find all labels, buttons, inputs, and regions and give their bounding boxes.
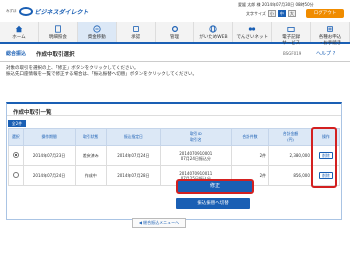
cell-date: 2014年07月24日 (22, 165, 76, 186)
nav-label: 電子記録 サービス (282, 35, 301, 46)
column-header: 選択 (8, 128, 24, 146)
column-header[interactable]: 合計金額 (円) (268, 128, 313, 146)
font-size-large-button[interactable]: 大 (287, 10, 296, 17)
section-title: 作成中取引一覧 (7, 104, 341, 116)
column-header[interactable]: 操作期間 (22, 128, 76, 146)
cell-count: 2件 (230, 145, 270, 166)
gear-icon (171, 26, 178, 32)
logo-text: ビジネスダイレクト (34, 8, 89, 16)
cell-date: 2014年07月23日 (22, 145, 76, 166)
nav-item-densai[interactable]: でんさいネット (233, 22, 273, 42)
record-icon (287, 27, 295, 32)
column-header[interactable]: 振込指定日 (105, 128, 161, 146)
page-title-row: 総合振込 作成中取引選択 BSGF019 ヘルプ ? (0, 46, 350, 62)
font-size-medium-button[interactable]: 中 (277, 10, 286, 17)
table-header-row: 選択 操作期間 取引状態 振込指定日 取引ID 取引名 合計件数 合計金額 (円… (8, 128, 341, 146)
nav-item-statements[interactable]: 明細照会 (39, 22, 78, 42)
nav-label: 明細照会 (48, 35, 67, 40)
font-size-small-button[interactable]: 小 (267, 10, 276, 17)
cell-transfer-date: 2014年07月24日 (105, 145, 161, 166)
back-to-menu-button[interactable]: ◀ 総合振込メニューへ (132, 218, 186, 228)
nav-label: がいためWEB (199, 35, 228, 40)
font-size-control: 文字サイズ 小 中 大 (246, 10, 296, 17)
logout-button[interactable]: ログアウト (306, 9, 344, 18)
nav-item-gaitame[interactable]: がいためWEB (194, 22, 234, 42)
nav-label: ホーム (12, 35, 26, 40)
transfer-icon (93, 25, 101, 33)
cell-status: 差戻済み (74, 145, 107, 166)
page-title: 作成中取引選択 (36, 51, 75, 58)
instructions: 対象の取引を選択の上、「修正」ボタンをクリックしてください。 振込先口座情報を一… (6, 66, 197, 78)
logo: みずほ ビジネスダイレクト (6, 5, 89, 17)
main-nav: ホーム 明細照会 資金移動 承認 管理 がいためWEB でんさいネット 電子記録… (0, 22, 350, 46)
column-header[interactable]: 取引状態 (74, 128, 107, 146)
home-icon (15, 25, 23, 33)
screen-code: BSGF019 (283, 51, 302, 56)
nav-item-transfer[interactable]: 資金移動 (77, 22, 117, 42)
nav-label: 承認 (131, 35, 141, 40)
action-column-highlight (311, 127, 337, 188)
cell-status: 作成中 (74, 165, 107, 186)
logo-sub: みずほ (6, 8, 17, 13)
form-icon (327, 26, 333, 32)
cell-amount: 2,380,000 (268, 145, 313, 166)
globe-icon (209, 25, 217, 33)
nav-label: 資金移動 (87, 35, 106, 40)
nav-item-home[interactable]: ホーム (0, 22, 39, 42)
nav-item-applications[interactable]: 各種お申込 ・お手続き (311, 22, 350, 46)
column-header[interactable]: 合計件数 (230, 128, 270, 146)
cell-amount: 856,000 (268, 165, 313, 186)
help-link[interactable]: ヘルプ ? (316, 50, 335, 57)
nav-label: でんさいネット (236, 35, 269, 40)
logo-mark-icon (18, 6, 33, 16)
row-select-radio[interactable] (12, 152, 19, 158)
user-info: 愛媛 太郎 様 2014年07月30日 08時50分 (238, 2, 314, 7)
fix-button[interactable]: 修正 (176, 179, 254, 194)
switch-button[interactable]: 振込振替へ切替 (176, 198, 250, 209)
document-icon (55, 25, 61, 33)
top-bar: みずほ ビジネスダイレクト 愛媛 太郎 様 2014年07月30日 08時50分… (0, 0, 350, 22)
instruction-line: 振込先口座情報を一覧で修正する場合は、「振込振替へ切替」ボタンをクリックしてくだ… (6, 72, 197, 77)
nav-item-e-record[interactable]: 電子記録 サービス (272, 22, 312, 46)
cell-tx-id: 2014070910001 07月24日振込分 (159, 145, 232, 166)
nav-label: 各種お申込 ・お手続き (318, 35, 342, 46)
network-icon (249, 27, 256, 31)
page-category: 総合振込 (6, 51, 27, 57)
nav-label: 管理 (170, 35, 179, 40)
nav-item-admin[interactable]: 管理 (156, 22, 195, 42)
font-size-label: 文字サイズ (246, 10, 266, 16)
column-header[interactable]: 取引ID 取引名 (159, 128, 232, 146)
row-select-radio[interactable] (12, 172, 19, 178)
record-count: 全2件 (8, 120, 26, 127)
cell-transfer-date: 2014年07月28日 (105, 165, 161, 186)
table-row[interactable]: 2014年07月24日 作成中 2014年07月28日 201407091001… (8, 165, 341, 186)
nav-item-approval[interactable]: 承認 (117, 22, 156, 42)
table-row[interactable]: 2014年07月23日 差戻済み 2014年07月24日 20140709100… (8, 145, 341, 166)
stamp-icon (132, 26, 139, 32)
transaction-table: 選択 操作期間 取引状態 振込指定日 取引ID 取引名 合計件数 合計金額 (円… (8, 128, 341, 186)
